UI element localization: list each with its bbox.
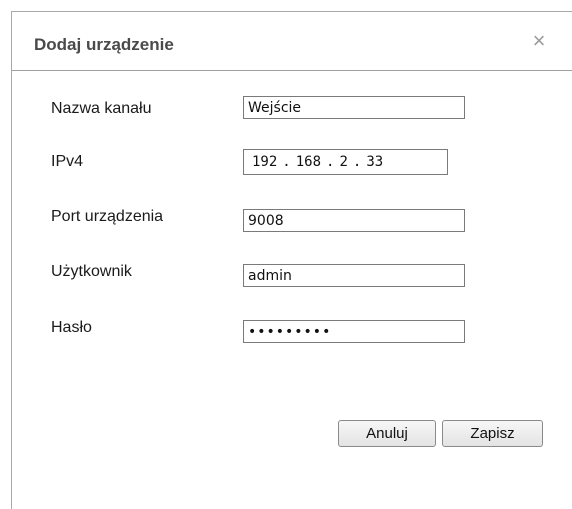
ipv4-separator: . xyxy=(282,154,291,170)
ipv4-octet-3[interactable]: 2 xyxy=(339,154,347,170)
password-input[interactable] xyxy=(243,320,465,343)
ipv4-octet-1[interactable]: 192 xyxy=(252,154,277,170)
close-icon[interactable]: × xyxy=(527,29,551,53)
add-device-dialog: Dodaj urządzenie × Nazwa kanału IPv4 192… xyxy=(11,11,572,509)
user-label: Użytkownik xyxy=(51,263,132,280)
device-port-label: Port urządzenia xyxy=(51,208,164,225)
ipv4-separator: . xyxy=(352,154,362,170)
user-input[interactable] xyxy=(243,264,465,287)
cancel-button[interactable]: Anuluj xyxy=(338,420,436,447)
ipv4-input[interactable]: 192 . 168 . 2 . 33 xyxy=(243,149,448,175)
ipv4-octet-2[interactable]: 168 xyxy=(296,154,321,170)
dialog-title: Dodaj urządzenie xyxy=(34,35,174,54)
ipv4-octet-4[interactable]: 33 xyxy=(366,154,383,170)
channel-name-input[interactable] xyxy=(243,96,465,119)
save-button[interactable]: Zapisz xyxy=(442,420,543,447)
ipv4-separator: . xyxy=(326,154,335,170)
password-label: Hasło xyxy=(51,319,92,336)
device-port-input[interactable] xyxy=(243,209,465,232)
channel-name-label: Nazwa kanału xyxy=(51,100,152,117)
ipv4-label: IPv4 xyxy=(51,153,84,170)
dialog-titlebar: Dodaj urządzenie × xyxy=(12,12,572,71)
